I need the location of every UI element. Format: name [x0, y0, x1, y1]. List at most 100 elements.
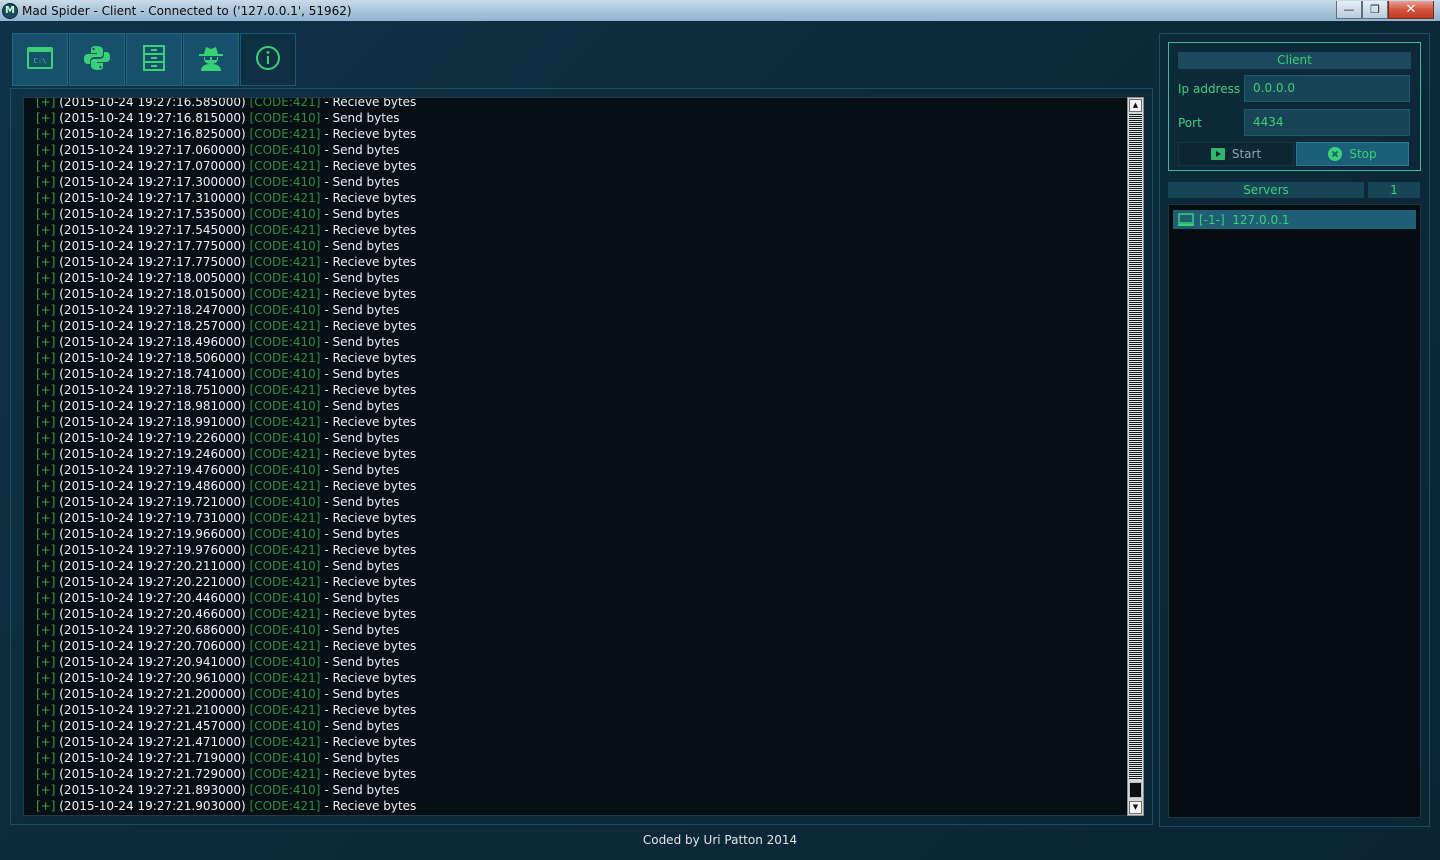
- spy-button[interactable]: [183, 33, 239, 86]
- servers-header: Servers: [1168, 182, 1364, 198]
- log-line-timestamp: (2015-10-24 19:27:19.731000): [59, 511, 246, 525]
- log-line-code: [CODE:421]: [249, 639, 321, 653]
- log-line-tag: [+]: [36, 479, 56, 493]
- stop-button[interactable]: Stop: [1296, 142, 1409, 166]
- log-line-tag: [+]: [36, 639, 56, 653]
- log-line-code: [CODE:421]: [249, 191, 321, 205]
- log-line: [+] (2015-10-24 19:27:21.729000) [CODE:4…: [36, 766, 416, 782]
- info-button[interactable]: [240, 33, 296, 86]
- server-list-item[interactable]: [-1-] 127.0.0.1: [1173, 210, 1416, 229]
- log-line-message: - Send bytes: [324, 527, 400, 541]
- log-line-message: - Recieve bytes: [324, 575, 417, 589]
- log-line-timestamp: (2015-10-24 19:27:21.471000): [59, 735, 246, 749]
- log-line: [+] (2015-10-24 19:27:19.721000) [CODE:4…: [36, 494, 416, 510]
- start-button[interactable]: Start: [1178, 142, 1294, 166]
- log-line: [+] (2015-10-24 19:27:18.981000) [CODE:4…: [36, 398, 416, 414]
- play-icon: [1210, 148, 1225, 160]
- terminal-button[interactable]: C:\: [12, 33, 68, 86]
- log-line-code: [CODE:421]: [249, 607, 321, 621]
- log-line-timestamp: (2015-10-24 19:27:18.981000): [59, 399, 246, 413]
- log-line: [+] (2015-10-24 19:27:17.545000) [CODE:4…: [36, 222, 416, 238]
- log-line-tag: [+]: [36, 399, 56, 413]
- log-line-timestamp: (2015-10-24 19:27:21.457000): [59, 719, 246, 733]
- python-button[interactable]: [69, 33, 125, 86]
- close-button[interactable]: ✕: [1388, 0, 1434, 19]
- log-line: [+] (2015-10-24 19:27:17.060000) [CODE:4…: [36, 142, 416, 158]
- main-toolbar: C:\: [12, 33, 297, 86]
- log-line-code: [CODE:421]: [249, 735, 321, 749]
- log-line-code: [CODE:410]: [249, 175, 321, 189]
- log-line: [+] (2015-10-24 19:27:16.815000) [CODE:4…: [36, 110, 416, 126]
- log-line-message: - Send bytes: [324, 591, 400, 605]
- client-title: Client: [1178, 52, 1411, 69]
- scroll-up-button[interactable]: ▲: [1129, 99, 1142, 112]
- log-line-tag: [+]: [36, 495, 56, 509]
- log-line-code: [CODE:410]: [249, 335, 321, 349]
- log-line-tag: [+]: [36, 303, 56, 317]
- ip-address-input[interactable]: 0.0.0.0: [1244, 75, 1410, 102]
- log-line-code: [CODE:410]: [249, 399, 321, 413]
- log-output[interactable]: [+] (2015-10-24 19:27:16.585000) [CODE:4…: [23, 97, 1137, 816]
- terminal-icon: C:\: [27, 47, 53, 72]
- log-line-code: [CODE:421]: [249, 767, 321, 781]
- log-line: [+] (2015-10-24 19:27:19.486000) [CODE:4…: [36, 478, 416, 494]
- log-line-timestamp: (2015-10-24 19:27:18.991000): [59, 415, 246, 429]
- log-line-code: [CODE:410]: [249, 591, 321, 605]
- scroll-down-button[interactable]: ▼: [1129, 801, 1142, 814]
- svg-text:C:\: C:\: [34, 57, 47, 65]
- log-line-tag: [+]: [36, 255, 56, 269]
- client-settings: Client Ip address 0.0.0.0 Port 4434 Star…: [1168, 42, 1421, 171]
- scroll-track[interactable]: [1129, 114, 1142, 779]
- file-manager-button[interactable]: [126, 33, 182, 86]
- log-scrollbar[interactable]: ▲ ▼: [1127, 97, 1144, 816]
- log-line-message: - Recieve bytes: [324, 671, 417, 685]
- file-cabinet-icon: [143, 45, 165, 74]
- log-line-timestamp: (2015-10-24 19:27:20.446000): [59, 591, 246, 605]
- log-line-code: [CODE:410]: [249, 495, 321, 509]
- log-line-timestamp: (2015-10-24 19:27:18.247000): [59, 303, 246, 317]
- log-line-code: [CODE:421]: [249, 511, 321, 525]
- minimize-button[interactable]: —: [1336, 0, 1362, 19]
- log-line-message: - Send bytes: [324, 687, 400, 701]
- log-line-message: - Recieve bytes: [324, 479, 417, 493]
- maximize-button[interactable]: ❐: [1362, 0, 1388, 19]
- window-titlebar[interactable]: M Mad Spider - Client - Connected to ('1…: [0, 0, 1440, 21]
- log-line-message: - Recieve bytes: [324, 639, 417, 653]
- log-line-tag: [+]: [36, 703, 56, 717]
- log-line-timestamp: (2015-10-24 19:27:17.775000): [59, 255, 246, 269]
- log-line-timestamp: (2015-10-24 19:27:21.903000): [59, 799, 246, 813]
- log-line-code: [CODE:421]: [249, 287, 321, 301]
- log-line-timestamp: (2015-10-24 19:27:16.585000): [59, 97, 246, 109]
- log-line-message: - Recieve bytes: [324, 255, 417, 269]
- log-line-tag: [+]: [36, 367, 56, 381]
- stop-label: Stop: [1349, 147, 1377, 161]
- log-line-tag: [+]: [36, 719, 56, 733]
- log-line: [+] (2015-10-24 19:27:18.496000) [CODE:4…: [36, 334, 416, 350]
- log-line-tag: [+]: [36, 447, 56, 461]
- log-line-code: [CODE:410]: [249, 207, 321, 221]
- window-title: Mad Spider - Client - Connected to ('127…: [22, 3, 352, 18]
- log-line-timestamp: (2015-10-24 19:27:21.719000): [59, 751, 246, 765]
- log-line-message: - Send bytes: [324, 751, 400, 765]
- log-line-tag: [+]: [36, 543, 56, 557]
- log-line-tag: [+]: [36, 223, 56, 237]
- log-line-message: - Recieve bytes: [324, 383, 417, 397]
- log-line: [+] (2015-10-24 19:27:19.966000) [CODE:4…: [36, 526, 416, 542]
- log-line: [+] (2015-10-24 19:27:16.825000) [CODE:4…: [36, 126, 416, 142]
- log-line: [+] (2015-10-24 19:27:19.976000) [CODE:4…: [36, 542, 416, 558]
- log-line-code: [CODE:421]: [249, 223, 321, 237]
- log-line-tag: [+]: [36, 127, 56, 141]
- port-input[interactable]: 4434: [1244, 109, 1410, 136]
- log-line-code: [CODE:421]: [249, 319, 321, 333]
- log-line-message: - Recieve bytes: [324, 767, 417, 781]
- server-list[interactable]: [-1-] 127.0.0.1: [1168, 204, 1421, 818]
- log-line: [+] (2015-10-24 19:27:18.506000) [CODE:4…: [36, 350, 416, 366]
- log-line: [+] (2015-10-24 19:27:19.246000) [CODE:4…: [36, 446, 416, 462]
- log-line-timestamp: (2015-10-24 19:27:17.300000): [59, 175, 246, 189]
- log-line-message: - Recieve bytes: [324, 287, 417, 301]
- log-line-tag: [+]: [36, 799, 56, 813]
- log-line-message: - Send bytes: [324, 207, 400, 221]
- ip-address-label: Ip address: [1178, 82, 1241, 96]
- log-line-timestamp: (2015-10-24 19:27:18.741000): [59, 367, 246, 381]
- scroll-thumb[interactable]: [1129, 782, 1142, 798]
